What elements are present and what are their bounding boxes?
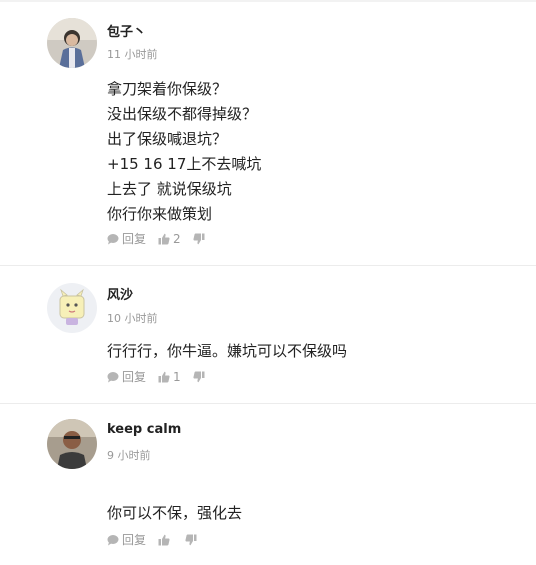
comment-line: 你行你来做策划 — [107, 205, 213, 223]
author-name[interactable]: keep calm — [107, 422, 181, 437]
comment-time: 10 小时前 — [107, 312, 158, 325]
thumbs-down-icon — [193, 371, 205, 382]
thumbs-down-icon — [193, 233, 205, 244]
speech-bubble-icon — [107, 534, 119, 545]
reply-button[interactable]: 回复 — [107, 230, 146, 247]
comment-item: 风沙 10 小时前 行行行，你牛逼。嫌坑可以不保级吗 回复 1 — [0, 265, 536, 404]
comment-line: +15 16 17上不去喊坑 — [107, 155, 262, 173]
avatar[interactable] — [47, 18, 97, 68]
speech-bubble-icon — [107, 233, 119, 244]
author-name[interactable]: 包子丶 — [107, 21, 146, 40]
speech-bubble-icon — [107, 371, 119, 382]
comment-content: 行行行，你牛逼。嫌坑可以不保级吗 — [107, 339, 347, 364]
thumbs-up-icon — [158, 233, 170, 244]
reply-label: 回复 — [122, 232, 147, 246]
like-count: 1 — [173, 369, 181, 384]
comment-content: 拿刀架着你保级？ 没出保级不都得掉级？ 出了保级喊退坑？ +15 16 17上不… — [107, 77, 261, 227]
comment-time: 9 小时前 — [107, 449, 151, 462]
like-count: 2 — [173, 231, 181, 246]
avatar[interactable] — [47, 419, 97, 469]
comment-item: keep calm 9 小时前 你可以不保，强化去 回复 — [0, 403, 536, 565]
comment-line: 出了保级喊退坑？ — [107, 130, 228, 148]
comment-content: 你可以不保，强化去 — [107, 501, 242, 526]
comment-actions: 回复 — [107, 531, 209, 548]
thumbs-up-icon — [158, 371, 170, 382]
like-button[interactable] — [158, 534, 173, 546]
dislike-button[interactable] — [185, 534, 197, 546]
comment-line: 没出保级不都得掉级？ — [107, 105, 258, 123]
thumbs-up-icon — [158, 534, 170, 545]
comment-line: 行行行，你牛逼。嫌坑可以不保级吗 — [107, 342, 348, 360]
comment-line: 上去了 就说保级坑 — [107, 180, 232, 198]
thumbs-down-icon — [185, 534, 197, 545]
comment-actions: 回复 2 — [107, 230, 217, 247]
dislike-button[interactable] — [193, 371, 205, 383]
like-button[interactable]: 1 — [158, 370, 181, 384]
like-button[interactable]: 2 — [158, 232, 181, 246]
comment-actions: 回复 1 — [107, 368, 217, 385]
reply-button[interactable]: 回复 — [107, 368, 146, 385]
avatar[interactable] — [47, 283, 97, 333]
comment-time: 11 小时前 — [107, 48, 158, 61]
comment-line: 拿刀架着你保级？ — [107, 80, 228, 98]
author-name[interactable]: 风沙 — [107, 284, 133, 303]
reply-label: 回复 — [122, 533, 147, 547]
comment-line: 你可以不保，强化去 — [107, 504, 243, 522]
reply-label: 回复 — [122, 370, 147, 384]
comment-item: 包子丶 11 小时前 拿刀架着你保级？ 没出保级不都得掉级？ 出了保级喊退坑？ … — [0, 0, 536, 266]
dislike-button[interactable] — [193, 233, 205, 245]
reply-button[interactable]: 回复 — [107, 531, 146, 548]
